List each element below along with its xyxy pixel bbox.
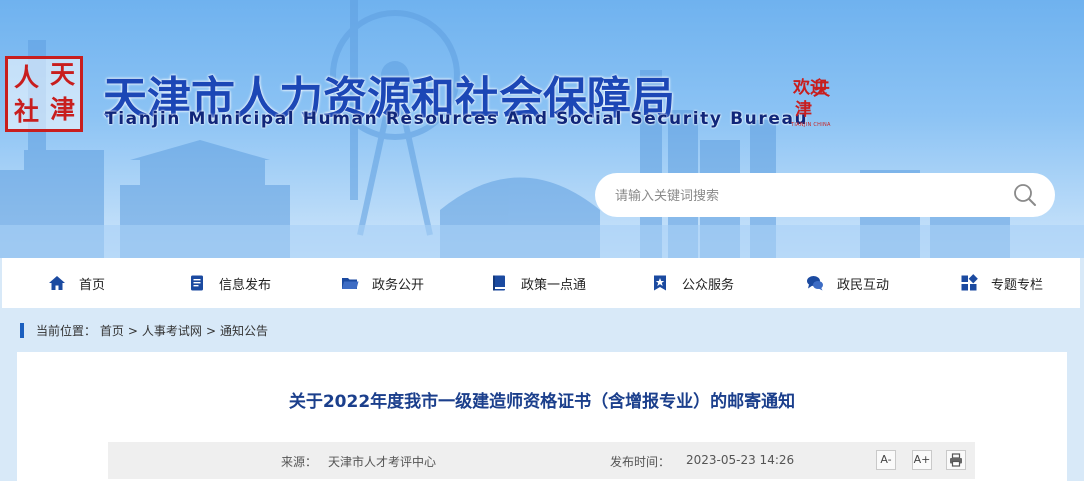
nav-item-home[interactable]: 首页 — [48, 258, 105, 308]
nav-item-topics[interactable]: 专题专栏 — [960, 258, 1043, 308]
nav-label: 公众服务 — [682, 277, 735, 293]
folder-icon — [342, 278, 359, 289]
breadcrumb-marker — [20, 323, 24, 338]
seal-caption: TIANJIN CHINA — [791, 122, 831, 128]
nav-item-policy[interactable]: 政策一点通 — [490, 258, 586, 308]
print-icon — [950, 453, 962, 467]
bookmark-star-icon — [654, 275, 666, 291]
site-title-english: Tianjin Municipal Human Resources And So… — [105, 109, 809, 129]
article-title: 关于2022年度我市一级建造师资格证书（含增报专业）的邮寄通知 — [288, 392, 796, 412]
nav-label: 政策一点通 — [521, 277, 587, 293]
nav-label: 政务公开 — [372, 277, 425, 293]
city-skyline-illustration — [0, 0, 1084, 258]
print-button[interactable] — [946, 450, 966, 470]
book-icon — [493, 275, 505, 291]
breadcrumb-separator: > — [127, 324, 138, 338]
search-box — [595, 173, 1055, 217]
nav-item-interaction[interactable]: 政民互动 — [806, 258, 889, 308]
source-label: 来源： — [281, 455, 318, 469]
breadcrumb-prefix: 当前位置： — [36, 324, 97, 338]
font-larger-button[interactable]: A+ — [912, 450, 932, 470]
seal-char: 天 — [813, 80, 830, 100]
breadcrumb: 当前位置： 首页 > 人事考试网 > 通知公告 — [36, 322, 268, 339]
bureau-logo[interactable]: 人 天 社 津 — [5, 56, 83, 132]
nav-item-public-service[interactable]: 公众服务 — [651, 258, 734, 308]
breadcrumb-link-notices[interactable]: 通知公告 — [220, 324, 268, 338]
chat-icon — [807, 276, 823, 291]
header-banner: 人 天 社 津 天津市人力资源和社会保障局 Tianjin Municipal … — [0, 0, 1084, 258]
seal-char: 津 — [795, 100, 812, 120]
breadcrumb-link-home[interactable]: 首页 — [100, 324, 124, 338]
breadcrumb-separator: > — [205, 324, 216, 338]
search-icon[interactable] — [1013, 183, 1037, 207]
source-value: 天津市人才考评中心 — [328, 455, 437, 469]
publish-time-label: 发布时间： — [610, 455, 671, 469]
article-meta-bar: 来源： 天津市人才考评中心 发布时间： 2023-05-23 14:26 A- … — [108, 442, 975, 479]
logo-char: 津 — [50, 95, 76, 124]
breadcrumb-link-exam[interactable]: 人事考试网 — [142, 324, 202, 338]
font-smaller-label: A- — [880, 453, 892, 466]
nav-label: 专题专栏 — [991, 277, 1044, 293]
nav-label: 首页 — [79, 277, 106, 293]
nav-item-news[interactable]: 信息发布 — [188, 258, 271, 308]
main-nav: 首页 信息发布 政务公开 政策一点通 公众服务 政民互动 专题专栏 — [2, 258, 1080, 308]
grid-icon — [961, 274, 978, 291]
publish-time-value: 2023-05-23 14:26 — [686, 453, 795, 467]
city-seal-logo: 欢迎 天 津 TIANJIN CHINA — [791, 80, 837, 130]
logo-char: 人 — [14, 63, 40, 92]
logo-char: 社 — [14, 97, 40, 126]
nav-label: 信息发布 — [219, 277, 272, 293]
document-icon — [191, 275, 203, 291]
font-smaller-button[interactable]: A- — [876, 450, 896, 470]
nav-label: 政民互动 — [837, 277, 890, 293]
nav-item-gov-affairs[interactable]: 政务公开 — [341, 258, 424, 308]
search-input[interactable] — [613, 183, 997, 209]
font-larger-label: A+ — [913, 453, 931, 466]
home-icon — [49, 276, 65, 290]
logo-char: 天 — [50, 60, 76, 89]
